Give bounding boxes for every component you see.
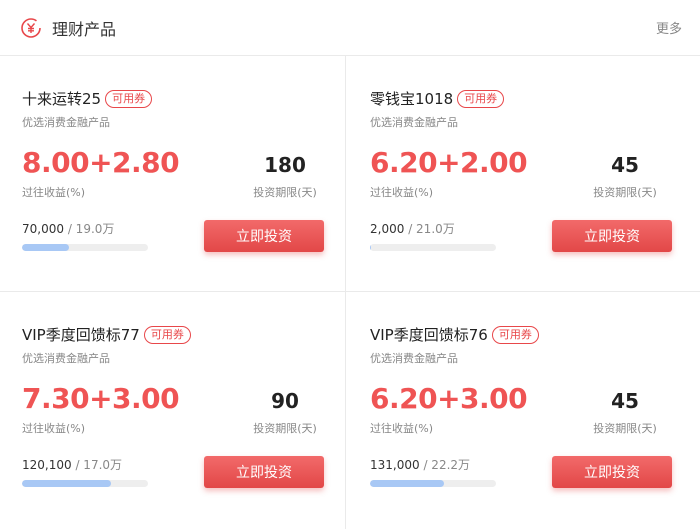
invest-button[interactable]: 立即投资 <box>552 456 672 488</box>
product-card: VIP季度回馈标77 可用券 优选消费金融产品 7.30+3.00 过往收益(%… <box>0 292 346 529</box>
product-name-row: 十来运转25 可用券 <box>22 88 153 109</box>
product-term: 90 <box>271 389 299 413</box>
product-desc: 优选消费金融产品 <box>370 352 458 365</box>
coupon-badge: 可用券 <box>491 325 539 344</box>
product-name[interactable]: VIP季度回馈标77 <box>22 324 140 345</box>
yuan-coin-icon <box>21 17 41 38</box>
product-desc: 优选消费金融产品 <box>22 116 110 129</box>
invest-button[interactable]: 立即投资 <box>204 456 324 488</box>
product-name-row: VIP季度回馈标77 可用券 <box>22 324 191 345</box>
more-link[interactable]: 更多 <box>656 18 682 37</box>
raised-value: 120,100 <box>22 458 72 472</box>
invest-button[interactable]: 立即投资 <box>204 220 324 252</box>
term-label: 投资期限(天) <box>253 422 317 435</box>
product-name-row: VIP季度回馈标76 可用券 <box>370 324 539 345</box>
coupon-badge: 可用券 <box>105 89 153 108</box>
rate-label: 过往收益(%) <box>370 186 434 199</box>
raised-amount: 131,000 / 22.2万 <box>370 456 470 473</box>
product-rate: 6.20+3.00 <box>370 382 528 415</box>
progress-fill <box>22 480 112 487</box>
total-value: / 19.0万 <box>67 222 115 236</box>
product-card: 零钱宝1018 可用券 优选消费金融产品 6.20+2.00 过往收益(%) 4… <box>346 56 700 292</box>
product-name-row: 零钱宝1018 可用券 <box>370 88 505 109</box>
product-term: 45 <box>611 389 639 413</box>
product-term: 180 <box>264 153 306 177</box>
coupon-badge: 可用券 <box>457 89 505 108</box>
rate-label: 过往收益(%) <box>370 422 434 435</box>
raised-value: 2,000 <box>370 222 405 236</box>
total-value: / 22.2万 <box>423 458 471 472</box>
progress-bar <box>370 244 496 251</box>
progress-fill <box>370 480 445 487</box>
financial-products-panel: 理财产品 更多 十来运转25 可用券 优选消费金融产品 8.00+2.80 过往… <box>0 0 700 529</box>
raised-value: 70,000 <box>22 222 64 236</box>
panel-header: 理财产品 更多 <box>0 0 700 56</box>
term-label: 投资期限(天) <box>593 186 657 199</box>
rate-label: 过往收益(%) <box>22 186 86 199</box>
raised-amount: 2,000 / 21.0万 <box>370 220 455 237</box>
coupon-badge: 可用券 <box>143 325 191 344</box>
product-name[interactable]: VIP季度回馈标76 <box>370 324 488 345</box>
product-rate: 6.20+2.00 <box>370 146 528 179</box>
product-name[interactable]: 十来运转25 <box>22 88 101 109</box>
progress-bar <box>22 480 148 487</box>
product-card: 十来运转25 可用券 优选消费金融产品 8.00+2.80 过往收益(%) 18… <box>0 56 346 292</box>
product-term: 45 <box>611 153 639 177</box>
invest-button[interactable]: 立即投资 <box>552 220 672 252</box>
rate-label: 过往收益(%) <box>22 422 86 435</box>
raised-amount: 70,000 / 19.0万 <box>22 220 114 237</box>
total-value: / 17.0万 <box>75 458 123 472</box>
progress-bar <box>370 480 496 487</box>
product-name[interactable]: 零钱宝1018 <box>370 88 453 109</box>
product-desc: 优选消费金融产品 <box>370 116 458 129</box>
product-rate: 7.30+3.00 <box>22 382 180 415</box>
raised-amount: 120,100 / 17.0万 <box>22 456 122 473</box>
term-label: 投资期限(天) <box>253 186 317 199</box>
term-label: 投资期限(天) <box>593 422 657 435</box>
product-desc: 优选消费金融产品 <box>22 352 110 365</box>
progress-bar <box>22 244 148 251</box>
progress-fill <box>22 244 69 251</box>
progress-fill <box>370 244 372 251</box>
product-grid: 十来运转25 可用券 优选消费金融产品 8.00+2.80 过往收益(%) 18… <box>0 56 700 529</box>
total-value: / 21.0万 <box>408 222 455 236</box>
product-card: VIP季度回馈标76 可用券 优选消费金融产品 6.20+3.00 过往收益(%… <box>346 292 700 529</box>
raised-value: 131,000 <box>370 458 420 472</box>
product-rate: 8.00+2.80 <box>22 146 180 179</box>
panel-title: 理财产品 <box>52 19 117 39</box>
